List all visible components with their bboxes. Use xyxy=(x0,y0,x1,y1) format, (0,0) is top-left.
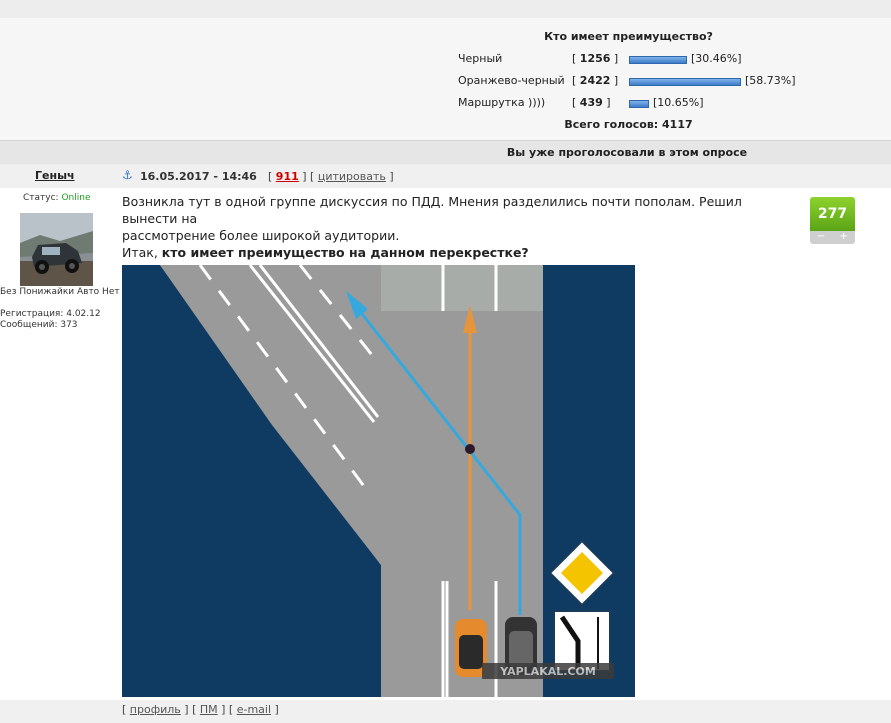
post-question: Итак, кто имеет преимущество на данном п… xyxy=(122,245,529,260)
poll-option-percent: [10.65%] xyxy=(653,96,704,109)
poll-option-votes: [ 439 ] xyxy=(572,96,611,109)
poll-option-label: Оранжево-черный xyxy=(458,74,565,87)
post-date: 16.05.2017 - 14:46 xyxy=(140,170,257,183)
intersection-diagram[interactable]: YAPLAKAL.COM xyxy=(122,264,635,697)
user-title: Без Понижайки Авто Нет xyxy=(0,287,120,297)
rating-value: 277 xyxy=(810,197,855,231)
watermark-text: YAPLAKAL.COM xyxy=(499,665,596,678)
author-link[interactable]: Геныч xyxy=(35,169,75,182)
top-bar xyxy=(0,0,891,18)
quote-link[interactable]: цитировать xyxy=(318,170,386,183)
rating-minus-button[interactable]: − xyxy=(810,231,833,244)
poll-total: Всего голосов: 4117 xyxy=(564,118,693,131)
watermark: YAPLAKAL.COM xyxy=(482,663,614,679)
poll-footer: Вы уже проголосовали в этом опросе xyxy=(0,140,891,163)
conflict-point xyxy=(465,444,475,454)
poll-option-label: Черный xyxy=(458,52,503,65)
poll-option-0: Черный [ 1256 ] [30.46%] xyxy=(458,51,878,67)
post-text-line: Возникла тут в одной группе дискуссия по… xyxy=(122,194,742,226)
poll-voted-message: Вы уже проголосовали в этом опросе xyxy=(506,146,748,159)
avatar[interactable] xyxy=(20,213,93,286)
user-status: Статус: Online xyxy=(23,193,91,203)
poll-option-percent: [58.73%] xyxy=(745,74,796,87)
registration-date: Регистрация: 4.02.12 xyxy=(0,309,101,319)
poll-box: Кто имеет преимущество? Черный [ 1256 ] … xyxy=(0,18,891,140)
post-links: [ 911 ] [ цитировать ] xyxy=(268,170,394,183)
rating-widget: 277 − + xyxy=(810,197,855,245)
post-footer: [ профиль ] [ ПМ ] [ e-mail ] xyxy=(0,700,891,723)
poll-option-bar xyxy=(629,78,741,86)
post-header: Геныч ⚓ 16.05.2017 - 14:46 [ 911 ] [ цит… xyxy=(0,163,891,188)
poll-option-label: Маршрутка )))) xyxy=(458,96,546,109)
email-link[interactable]: e-mail xyxy=(237,703,271,716)
poll-option-1: Оранжево-черный [ 2422 ] [58.73%] xyxy=(458,73,878,89)
poll-option-votes: [ 1256 ] xyxy=(572,52,619,65)
pm-link[interactable]: ПМ xyxy=(200,703,218,716)
post-text-line: рассмотрение более широкой аудитории. xyxy=(122,228,400,243)
online-status: Online xyxy=(61,193,91,203)
message-count: Сообщений: 373 xyxy=(0,320,78,330)
post-body: Возникла тут в одной группе дискуссия по… xyxy=(122,193,782,261)
anchor-icon[interactable]: ⚓ xyxy=(122,168,133,182)
user-links: [ профиль ] [ ПМ ] [ e-mail ] xyxy=(122,703,279,716)
profile-link[interactable]: профиль xyxy=(130,703,181,716)
poll-question: Кто имеет преимущество? xyxy=(544,30,713,43)
main-road-direction-sign xyxy=(553,610,611,672)
poll-option-bar xyxy=(629,100,649,108)
poll-option-bar xyxy=(629,56,687,64)
intersection-svg: YAPLAKAL.COM xyxy=(122,264,635,697)
poll-option-votes: [ 2422 ] xyxy=(572,74,619,87)
poll-option-percent: [30.46%] xyxy=(691,52,742,65)
user-stats: Регистрация: 4.02.12 Сообщений: 373 xyxy=(0,309,101,331)
main-road-far xyxy=(381,265,543,311)
rating-plus-button[interactable]: + xyxy=(833,231,856,244)
post-number-link[interactable]: 911 xyxy=(276,170,299,183)
poll-option-2: Маршрутка )))) [ 439 ] [10.65%] xyxy=(458,95,878,111)
